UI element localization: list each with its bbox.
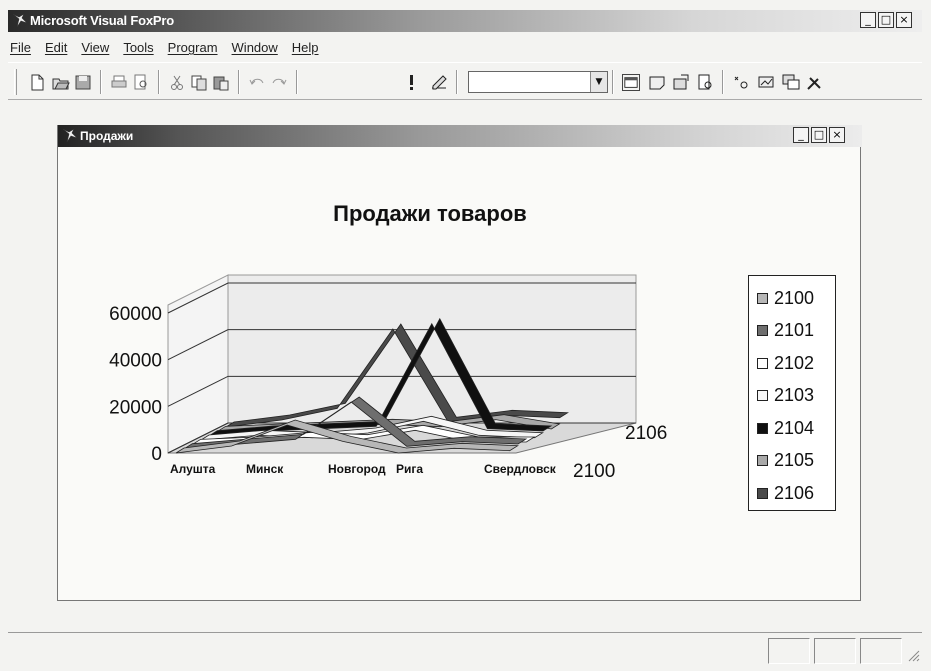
app-title: Microsoft Visual FoxPro	[30, 13, 174, 28]
legend-swatch	[757, 325, 768, 337]
menu-bar: File Edit View Tools Program Window Help	[10, 40, 319, 58]
sales-window: Продажи _ □ × 0 20000 40000 60000 Алушта Минс…	[57, 125, 862, 601]
status-panel	[814, 638, 856, 664]
app-titlebar: Microsoft Visual FoxPro _ □ ×	[8, 10, 922, 32]
data-session-icon[interactable]	[648, 74, 666, 91]
legend-label: 2100	[774, 287, 815, 308]
chart-side-wall	[167, 274, 229, 454]
y-tick-label: 60000	[109, 304, 162, 325]
y-tick-label: 20000	[109, 397, 162, 418]
new-icon[interactable]	[28, 74, 46, 91]
paste-icon[interactable]	[212, 74, 230, 91]
toolbar-separator	[296, 70, 298, 94]
menu-window[interactable]: Window	[232, 40, 278, 58]
minimize-button[interactable]: _	[793, 127, 809, 143]
x-category-label: Рига	[396, 462, 423, 476]
legend-swatch	[757, 292, 768, 304]
command-combo[interactable]: ▼	[468, 71, 608, 93]
menu-view[interactable]: View	[81, 40, 109, 58]
foxpro-logo-icon	[62, 128, 78, 143]
child-window-controls: _ □ ×	[793, 127, 845, 143]
legend-label: 2106	[774, 482, 815, 503]
foxpro-logo-icon	[12, 13, 28, 28]
minimize-button[interactable]: _	[860, 12, 876, 28]
toolbar-separator	[158, 70, 160, 94]
menu-edit[interactable]: Edit	[45, 40, 67, 58]
legend-label: 2101	[774, 320, 815, 341]
legend-swatch	[757, 487, 768, 499]
status-bar	[8, 632, 922, 666]
maximize-button[interactable]: □	[811, 127, 827, 143]
code-icon[interactable]	[696, 74, 714, 91]
close-button[interactable]: ×	[896, 12, 912, 28]
toolbar-separator	[100, 70, 102, 94]
class-browser-icon[interactable]	[758, 74, 776, 91]
legend-swatch	[757, 422, 768, 434]
sales-window-title: Продажи	[80, 129, 134, 143]
legend-item: 2101	[757, 315, 827, 348]
command-window-icon[interactable]	[622, 74, 640, 91]
redo-icon[interactable]	[270, 74, 288, 91]
properties-icon[interactable]	[672, 74, 690, 91]
app-window-controls: _ □ ×	[860, 12, 912, 28]
y-tick-label: 40000	[109, 351, 162, 372]
toolbar-separator	[456, 70, 458, 94]
open-icon[interactable]	[52, 74, 70, 91]
legend-label: 2105	[774, 450, 815, 471]
legend-swatch	[757, 390, 768, 402]
print-icon[interactable]	[110, 74, 128, 91]
chevron-down-icon[interactable]: ▼	[590, 72, 607, 92]
toolbar-separator	[722, 70, 724, 94]
legend-item: 2105	[757, 445, 827, 478]
undo-icon[interactable]	[248, 74, 266, 91]
y-tick-label: 0	[151, 444, 162, 465]
legend-swatch	[757, 357, 768, 369]
print-preview-icon[interactable]	[132, 74, 150, 91]
legend-item: 2102	[757, 347, 827, 380]
chart-title: Продажи товаров	[333, 201, 527, 226]
cut-icon[interactable]	[168, 74, 186, 91]
builder-icon[interactable]	[806, 74, 824, 91]
menu-file[interactable]: File	[10, 40, 31, 58]
legend-item: 2104	[757, 412, 827, 445]
copy-icon[interactable]	[190, 74, 208, 91]
legend-label: 2102	[774, 352, 815, 373]
sales-window-titlebar[interactable]: Продажи _ □ ×	[58, 125, 862, 147]
form-designer-icon[interactable]	[732, 74, 750, 91]
x-category-label: Свердловск	[484, 462, 557, 476]
status-panel	[768, 638, 810, 664]
x-category-label: Алушта	[170, 462, 216, 476]
close-button[interactable]: ×	[829, 127, 845, 143]
depth-label: 2100	[573, 461, 615, 482]
toolbar-separator	[612, 70, 614, 94]
standard-toolbar: ▼	[8, 62, 922, 100]
legend-label: 2104	[774, 417, 815, 438]
status-panel	[860, 638, 902, 664]
run-icon[interactable]	[402, 74, 420, 91]
menu-program[interactable]: Program	[168, 40, 218, 58]
resize-grip-icon[interactable]	[906, 648, 920, 662]
chart-back-wall	[227, 274, 637, 424]
legend-item: 2100	[757, 282, 827, 315]
modify-form-icon[interactable]	[430, 74, 448, 91]
chart-legend: 2100 2101 2102 2103 2104 2105 2106	[748, 275, 836, 511]
x-category-label: Минск	[246, 462, 284, 476]
legend-swatch	[757, 455, 768, 467]
toolbar-separator	[238, 70, 240, 94]
legend-item: 2103	[757, 380, 827, 413]
toolbar-grip[interactable]	[14, 69, 17, 95]
maximize-button[interactable]: □	[878, 12, 894, 28]
depth-label: 2106	[625, 423, 667, 444]
menu-tools[interactable]: Tools	[123, 40, 153, 58]
legend-label: 2103	[774, 385, 815, 406]
legend-item: 2106	[757, 477, 827, 510]
sales-chart: 0 20000 40000 60000 Алушта Минск Новгород Рига С…	[109, 201, 667, 482]
x-category-label: Новгород	[328, 462, 386, 476]
component-gallery-icon[interactable]	[782, 74, 800, 91]
save-icon[interactable]	[74, 74, 92, 91]
menu-help[interactable]: Help	[292, 40, 319, 58]
